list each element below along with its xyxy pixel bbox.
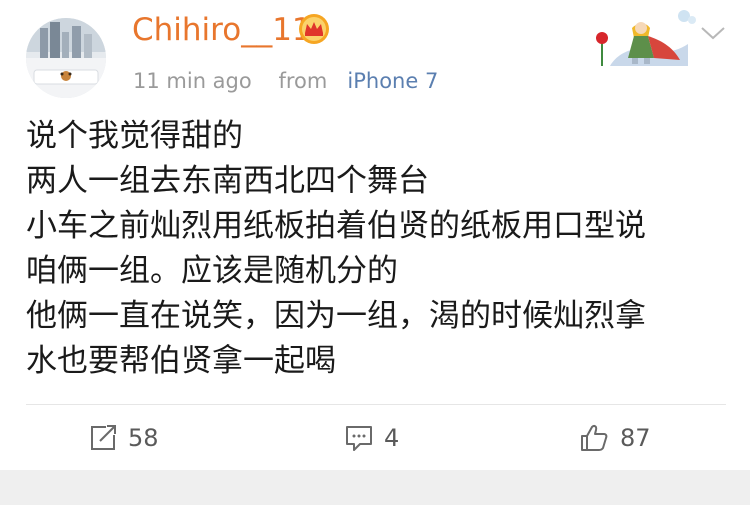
comment-count: 4 (384, 424, 400, 452)
divider (26, 404, 726, 405)
repost-button[interactable]: 58 (88, 418, 159, 458)
little-prince-decoration-icon (588, 6, 700, 66)
repost-icon (91, 425, 116, 450)
device-source-link[interactable]: iPhone 7 (347, 69, 438, 93)
post-text-line: 水也要帮伯贤拿一起喝 (26, 343, 336, 379)
like-button[interactable]: 87 (578, 418, 651, 458)
post-text-line: 说个我觉得甜的 (26, 118, 243, 154)
post-text-line: 两人一组去东南西北四个舞台 (26, 163, 429, 199)
comment-icon (346, 426, 372, 451)
avatar[interactable] (26, 18, 106, 98)
source-label: from (278, 69, 328, 93)
post-meta: 11 min ago from iPhone 7 (133, 66, 438, 96)
post-body: 说个我觉得甜的 两人一组去东南西北四个舞台 小车之前灿烈用纸板拍着伯贤的纸板用口… (26, 114, 726, 384)
avatar-image (26, 18, 106, 98)
post-text-line: 他俩一直在说笑，因为一组，渴的时候灿烈拿 (26, 298, 646, 334)
post-text-line: 小车之前灿烈用纸板拍着伯贤的纸板用口型说 (26, 208, 646, 244)
comment-button[interactable]: 4 (344, 418, 399, 458)
like-count: 87 (620, 424, 651, 452)
post-text-line: 咱俩一组。应该是随机分的 (26, 253, 398, 289)
crown-icon (299, 14, 329, 44)
chevron-down-icon[interactable] (700, 24, 726, 42)
weibo-post-card: Chihiro__11 11 min ago from iPhone 7 说个我… (0, 0, 750, 470)
thumbs-up-icon (581, 425, 608, 451)
username[interactable]: Chihiro__11 (132, 10, 312, 50)
repost-count: 58 (128, 424, 159, 452)
timestamp: 11 min ago (133, 69, 252, 93)
feed-separator (0, 470, 750, 505)
